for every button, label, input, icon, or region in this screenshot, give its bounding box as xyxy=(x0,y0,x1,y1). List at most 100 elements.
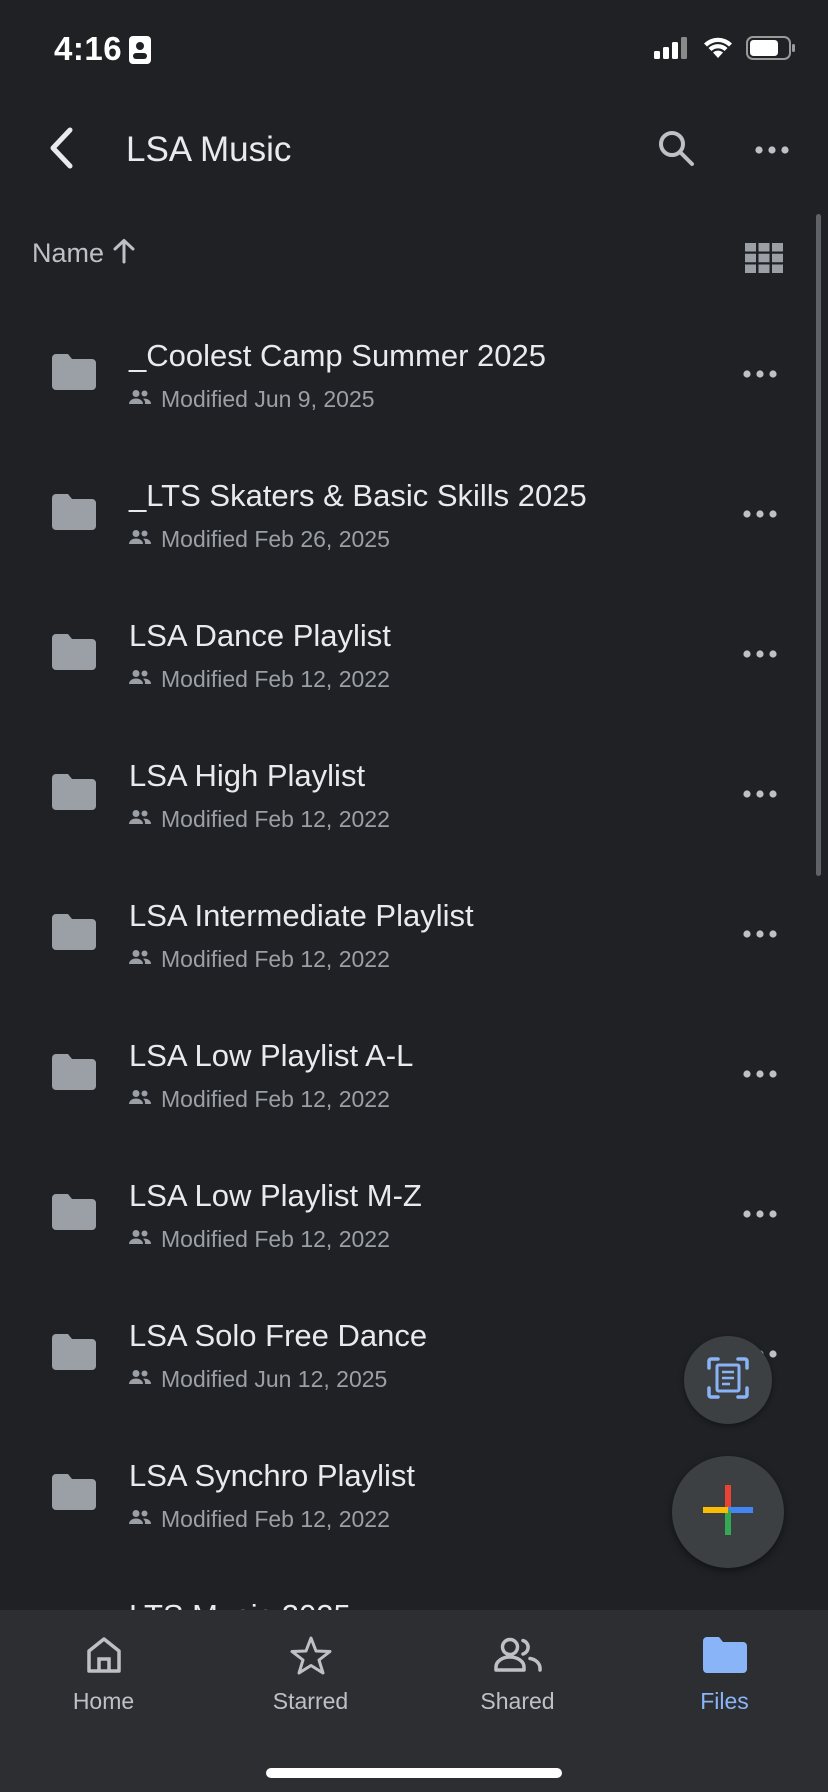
more-horizontal-icon xyxy=(743,1205,777,1223)
more-horizontal-icon xyxy=(743,785,777,803)
wifi-icon xyxy=(702,36,734,65)
screen: 4:16 LSA Music Name _Coolest Camp Summer… xyxy=(0,0,828,1792)
modified-date: Modified Feb 12, 2022 xyxy=(161,666,390,692)
nav-home-label: Home xyxy=(72,1688,135,1714)
folder-icon xyxy=(52,1474,96,1515)
row-more-button[interactable] xyxy=(736,910,784,958)
sort-bar: Name xyxy=(0,232,828,288)
more-options-button[interactable] xyxy=(744,122,800,178)
home-icon xyxy=(86,1630,122,1680)
file-name: _Coolest Camp Summer 2025 xyxy=(129,338,546,373)
more-horizontal-icon xyxy=(743,505,777,523)
folder-icon xyxy=(52,354,96,395)
file-name: LSA High Playlist xyxy=(129,758,366,793)
folder-row[interactable]: _LTS Skaters & Basic Skills 2025 Modifie… xyxy=(0,448,828,588)
file-meta: Modified Feb 12, 2022 xyxy=(129,666,390,693)
file-name: LSA Intermediate Playlist xyxy=(129,898,474,933)
row-more-button[interactable] xyxy=(736,1050,784,1098)
file-name: LSA Low Playlist M-Z xyxy=(129,1178,422,1213)
grid-view-icon xyxy=(745,242,783,278)
modified-date: Modified Feb 12, 2022 xyxy=(161,1086,390,1112)
page-title: LSA Music xyxy=(126,130,292,169)
folder-row[interactable]: LSA Low Playlist M-Z Modified Feb 12, 20… xyxy=(0,1148,828,1288)
app-header: LSA Music xyxy=(0,100,828,200)
file-meta: Modified Feb 12, 2022 xyxy=(129,946,390,973)
file-name: LSA Dance Playlist xyxy=(129,618,391,653)
people-icon xyxy=(129,809,152,830)
nav-home[interactable]: Home xyxy=(0,1630,207,1730)
sort-label: Name xyxy=(32,238,105,268)
nav-files-label: Files xyxy=(700,1688,749,1714)
more-horizontal-icon xyxy=(743,1065,777,1083)
people-icon xyxy=(493,1630,542,1680)
folder-icon xyxy=(52,1194,96,1235)
modified-date: Modified Feb 12, 2022 xyxy=(161,1226,390,1252)
search-icon xyxy=(657,129,695,172)
star-icon xyxy=(290,1630,332,1680)
folder-icon xyxy=(52,494,96,535)
file-meta: Modified Jun 12, 2025 xyxy=(129,1366,387,1393)
back-button[interactable] xyxy=(34,122,90,178)
folder-icon xyxy=(52,774,96,815)
file-name: LSA Synchro Playlist xyxy=(129,1458,416,1493)
row-more-button[interactable] xyxy=(736,770,784,818)
more-horizontal-icon xyxy=(743,645,777,663)
folder-row[interactable]: LSA Dance Playlist Modified Feb 12, 2022 xyxy=(0,588,828,728)
people-icon xyxy=(129,669,152,690)
row-more-button[interactable] xyxy=(736,1190,784,1238)
folder-row[interactable]: _Coolest Camp Summer 2025 Modified Jun 9… xyxy=(0,308,828,448)
modified-date: Modified Feb 26, 2025 xyxy=(161,526,390,552)
status-bar: 4:16 xyxy=(0,0,828,100)
scan-button[interactable] xyxy=(684,1336,772,1424)
arrow-up-icon xyxy=(112,238,136,269)
people-icon xyxy=(129,1089,152,1110)
modified-date: Modified Feb 12, 2022 xyxy=(161,806,390,832)
status-icons xyxy=(654,36,796,65)
row-more-button[interactable] xyxy=(736,630,784,678)
folder-row[interactable]: LSA High Playlist Modified Feb 12, 2022 xyxy=(0,728,828,868)
folder-row[interactable]: LSA Low Playlist A-L Modified Feb 12, 20… xyxy=(0,1008,828,1148)
row-more-button[interactable] xyxy=(736,350,784,398)
chevron-left-icon xyxy=(48,127,76,174)
folder-row[interactable]: LSA Intermediate Playlist Modified Feb 1… xyxy=(0,868,828,1008)
nav-shared[interactable]: Shared xyxy=(414,1630,621,1730)
scrollbar[interactable] xyxy=(816,214,821,876)
more-horizontal-icon xyxy=(743,925,777,943)
status-time: 4:16 xyxy=(54,30,123,67)
nav-files[interactable]: Files xyxy=(621,1630,828,1730)
nav-shared-label: Shared xyxy=(480,1688,555,1714)
folder-icon xyxy=(52,1054,96,1095)
file-meta: Modified Feb 26, 2025 xyxy=(129,526,390,553)
search-button[interactable] xyxy=(648,122,704,178)
row-more-button[interactable] xyxy=(736,490,784,538)
folder-icon xyxy=(52,1334,96,1375)
modified-date: Modified Feb 12, 2022 xyxy=(161,946,390,972)
more-horizontal-icon xyxy=(743,365,777,383)
file-name: LTS Music 2025 xyxy=(129,1598,351,1610)
sort-by-name-button[interactable]: Name xyxy=(32,238,136,269)
modified-date: Modified Jun 9, 2025 xyxy=(161,386,375,412)
people-icon xyxy=(129,1229,152,1250)
nav-starred[interactable]: Starred xyxy=(207,1630,414,1730)
file-name: LSA Low Playlist A-L xyxy=(129,1038,414,1073)
battery-icon xyxy=(746,36,796,65)
folder-row[interactable]: LTS Music 2025 xyxy=(0,1568,828,1610)
plus-icon xyxy=(703,1484,753,1540)
file-meta: Modified Feb 12, 2022 xyxy=(129,806,390,833)
new-button[interactable] xyxy=(672,1456,784,1568)
file-name: LSA Solo Free Dance xyxy=(129,1318,428,1353)
people-icon xyxy=(129,949,152,970)
more-horizontal-icon xyxy=(755,141,789,159)
folder-icon xyxy=(52,914,96,955)
people-icon xyxy=(129,529,152,550)
folder-icon xyxy=(702,1630,747,1680)
grid-view-button[interactable] xyxy=(740,236,788,284)
file-meta: Modified Jun 9, 2025 xyxy=(129,386,375,413)
file-meta: Modified Feb 12, 2022 xyxy=(129,1086,390,1113)
people-icon xyxy=(129,1509,152,1530)
file-name: _LTS Skaters & Basic Skills 2025 xyxy=(129,478,587,513)
home-indicator[interactable] xyxy=(266,1768,562,1778)
people-icon xyxy=(129,1369,152,1390)
modified-date: Modified Feb 12, 2022 xyxy=(161,1506,390,1532)
people-icon xyxy=(129,389,152,410)
